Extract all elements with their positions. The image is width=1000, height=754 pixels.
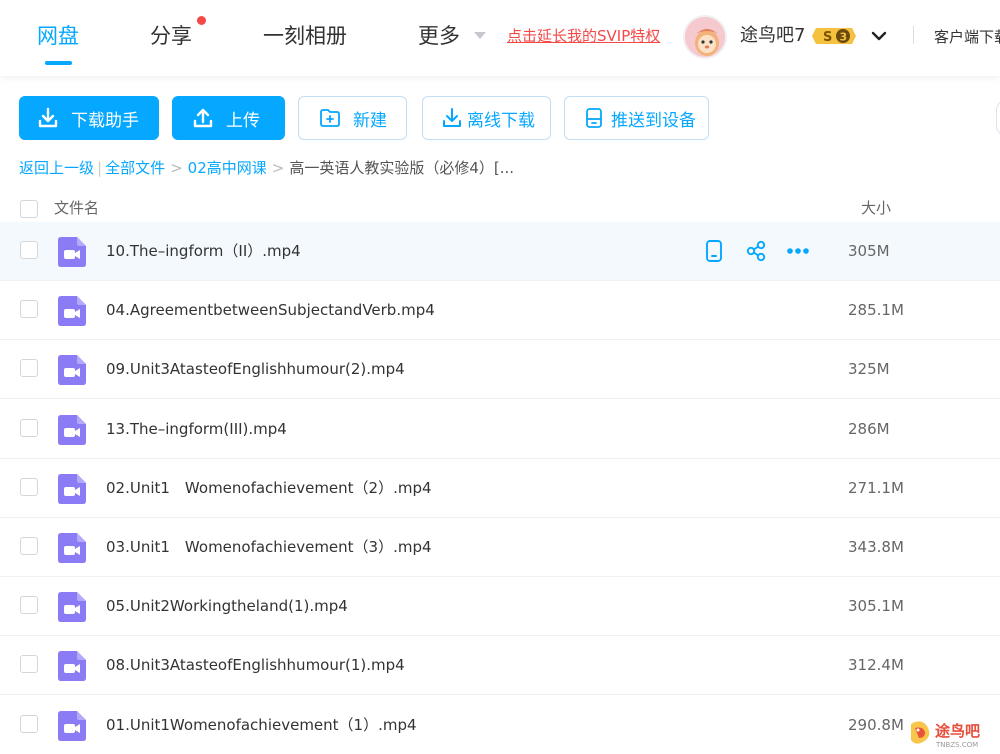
download-icon (38, 107, 58, 128)
more-icon (787, 248, 809, 254)
new-folder-icon (320, 109, 340, 127)
table-row[interactable]: 13.The–ingform(III).mp4 286M (0, 400, 1000, 459)
push-to-phone-button[interactable] (700, 237, 728, 265)
file-size: 305.1M (848, 597, 904, 615)
column-header-name[interactable]: 文件名 (54, 198, 99, 218)
new-label: 新建 (353, 110, 387, 131)
share-icon (746, 240, 766, 262)
watermark-subtext: TNBZS.COM (935, 741, 978, 749)
file-size: 305M (848, 242, 890, 260)
table-row[interactable]: 09.Unit3AtasteofEnglishhumour(2).mp4 325M (0, 340, 1000, 399)
nav-item-more[interactable]: 更多 (418, 22, 460, 50)
file-name[interactable]: 02.Unit1 Womenofachievement（2）.mp4 (106, 478, 432, 498)
table-row[interactable]: 10.The–ingform（II）.mp4 305M (0, 222, 1000, 281)
file-size: 271.1M (848, 479, 904, 497)
video-file-icon (58, 415, 86, 445)
breadcrumb-item-all-files[interactable]: 全部文件 (105, 159, 165, 177)
search-box-edge[interactable] (996, 100, 1000, 136)
table-row[interactable]: 05.Unit2Workingtheland(1).mp4 305.1M (0, 577, 1000, 636)
upload-icon (193, 108, 213, 128)
file-name[interactable]: 04.AgreementbetweenSubjectandVerb.mp4 (106, 300, 435, 320)
push-to-device-button[interactable]: 推送到设备 (564, 96, 709, 140)
file-name[interactable]: 10.The–ingform（II）.mp4 (106, 241, 301, 261)
table-row[interactable]: 02.Unit1 Womenofachievement（2）.mp4 271.1M (0, 459, 1000, 518)
file-name[interactable]: 13.The–ingform(III).mp4 (106, 419, 287, 439)
breadcrumb: 返回上一级 | 全部文件 >02高中网课 > 高一英语人教实验版（必修4）[... (19, 158, 514, 178)
file-name[interactable]: 01.Unit1Womenofachievement（1）.mp4 (106, 715, 417, 735)
push-to-device-label: 推送到设备 (611, 110, 696, 131)
notification-dot (197, 16, 206, 25)
file-name[interactable]: 05.Unit2Workingtheland(1).mp4 (106, 596, 348, 616)
breadcrumb-separator: > (170, 159, 183, 177)
table-row[interactable]: 08.Unit3AtasteofEnglishhumour(1).mp4 312.… (0, 636, 1000, 695)
table-row[interactable]: 01.Unit1Womenofachievement（1）.mp4 290.8M (0, 696, 1000, 754)
file-size: 286M (848, 420, 890, 438)
phone-icon (706, 240, 722, 262)
device-icon (586, 108, 602, 128)
select-all-checkbox[interactable] (20, 200, 38, 218)
breadcrumb-divider: | (97, 159, 103, 177)
nav-item-netdisk[interactable]: 网盘 (37, 22, 79, 50)
download-helper-button[interactable]: 下载助手 (19, 96, 159, 140)
nav-item-share[interactable]: 分享 (150, 22, 192, 50)
file-size: 325M (848, 360, 890, 378)
username[interactable]: 途鸟吧7 (740, 24, 805, 48)
video-file-icon (58, 237, 86, 267)
row-checkbox[interactable] (20, 241, 38, 259)
table-row[interactable]: 03.Unit1 Womenofachievement（3）.mp4 343.8M (0, 518, 1000, 577)
nav-divider (913, 26, 914, 44)
offline-download-label: 离线下载 (467, 110, 535, 131)
video-file-icon (58, 651, 86, 681)
avatar[interactable] (683, 15, 727, 59)
watermark-text: 途鸟吧 (935, 722, 980, 740)
row-checkbox[interactable] (20, 419, 38, 437)
badge-level: 3 (840, 31, 848, 44)
nav-item-album[interactable]: 一刻相册 (263, 22, 347, 50)
new-button[interactable]: 新建 (298, 96, 407, 140)
download-icon (443, 108, 461, 127)
file-name[interactable]: 03.Unit1 Womenofachievement（3）.mp4 (106, 537, 432, 557)
video-file-icon (58, 296, 86, 326)
row-checkbox[interactable] (20, 715, 38, 733)
file-name[interactable]: 08.Unit3AtasteofEnglishhumour(1).mp4 (106, 655, 405, 675)
video-file-icon (58, 711, 86, 741)
video-file-icon (58, 355, 86, 385)
row-checkbox[interactable] (20, 478, 38, 496)
breadcrumb-current: 高一英语人教实验版（必修4）[... (289, 159, 515, 177)
video-file-icon (58, 592, 86, 622)
svip-promo-link[interactable]: 点击延长我的SVIP特权 (507, 26, 660, 46)
file-size: 312.4M (848, 656, 904, 674)
svg-text:S: S (823, 30, 832, 45)
watermark: 途鸟吧 TNBZS.COM (905, 716, 997, 750)
row-checkbox[interactable] (20, 537, 38, 555)
row-checkbox[interactable] (20, 359, 38, 377)
svip-badge-icon: S 3 (812, 28, 856, 45)
more-actions-button[interactable] (784, 237, 812, 265)
breadcrumb-back[interactable]: 返回上一级 (19, 159, 94, 177)
row-checkbox[interactable] (20, 655, 38, 673)
upload-button[interactable]: 上传 (172, 96, 285, 140)
share-button[interactable] (742, 237, 770, 265)
download-helper-label: 下载助手 (71, 110, 139, 131)
file-size: 290.8M (848, 716, 904, 734)
video-file-icon (58, 474, 86, 504)
more-dropdown-icon[interactable] (474, 32, 486, 39)
upload-label: 上传 (226, 110, 260, 131)
file-size: 343.8M (848, 538, 904, 556)
column-header-size[interactable]: 大小 (861, 198, 891, 218)
breadcrumb-separator: > (271, 159, 285, 177)
top-nav: 网盘 分享 一刻相册 更多 点击延长我的SVIP特权 途鸟吧7 S 3 客户端下… (0, 0, 1000, 76)
offline-download-button[interactable]: 离线下载 (422, 96, 551, 140)
row-checkbox[interactable] (20, 300, 38, 318)
table-row[interactable]: 04.AgreementbetweenSubjectandVerb.mp4 285… (0, 281, 1000, 340)
row-checkbox[interactable] (20, 596, 38, 614)
file-name[interactable]: 09.Unit3AtasteofEnglishhumour(2).mp4 (106, 359, 405, 379)
client-download-link[interactable]: 客户端下载 (934, 27, 1000, 47)
video-file-icon (58, 533, 86, 563)
file-size: 285.1M (848, 301, 904, 319)
breadcrumb-item-folder[interactable]: 02高中网课 (188, 159, 267, 177)
nav-active-indicator (45, 61, 72, 65)
chevron-down-icon[interactable] (870, 27, 888, 45)
